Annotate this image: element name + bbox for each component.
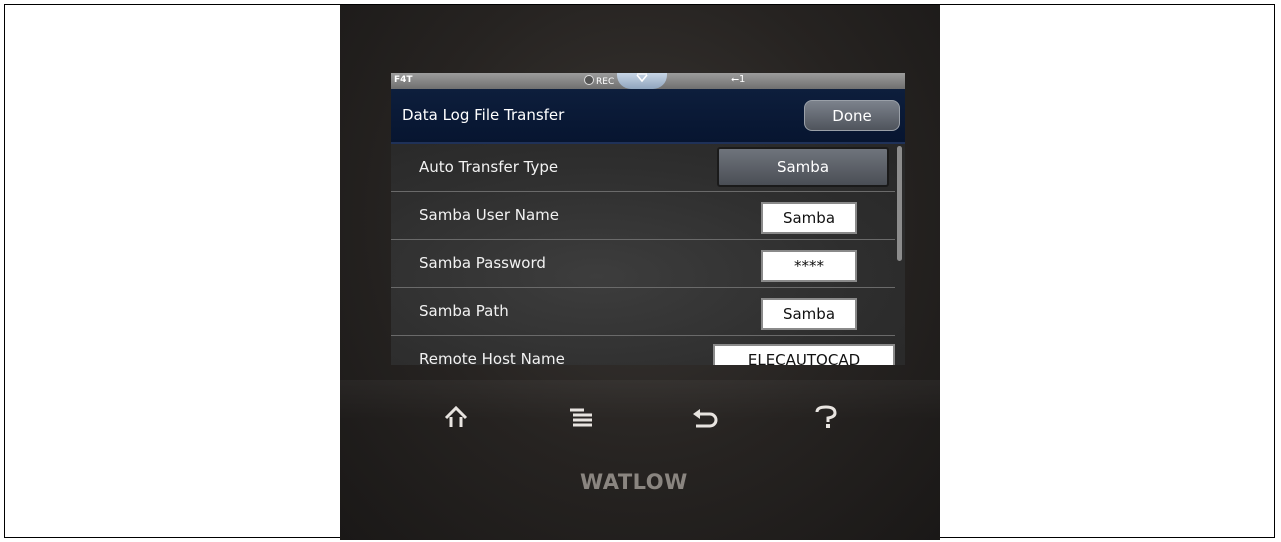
samba-user-name-field[interactable]: Samba — [761, 202, 857, 234]
rec-label: REC — [596, 77, 615, 87]
touch-screen: F4T REC ⭠1 Data Log File Transfer Done A… — [391, 73, 905, 365]
usb-indicator: ⭠1 — [731, 74, 745, 85]
setting-label: Samba Password — [419, 254, 546, 272]
brand-logo: WATLOW — [580, 470, 688, 494]
help-button[interactable] — [812, 405, 840, 429]
menu-icon — [570, 408, 592, 427]
auto-transfer-type-select[interactable]: Samba — [717, 147, 889, 187]
settings-list: Auto Transfer Type Samba Samba User Name… — [391, 144, 905, 365]
help-icon — [815, 405, 837, 428]
record-dot-icon — [584, 75, 594, 85]
setting-row-samba-password[interactable]: Samba Password **** — [391, 240, 895, 288]
home-button[interactable] — [442, 405, 470, 429]
back-button[interactable] — [690, 405, 718, 429]
samba-password-field[interactable]: **** — [761, 250, 857, 282]
usb-icon: ⭠ — [731, 74, 739, 85]
chevron-down-icon — [636, 73, 648, 83]
setting-label: Samba Path — [419, 302, 509, 320]
setting-label: Auto Transfer Type — [419, 158, 559, 176]
setting-row-auto-transfer-type[interactable]: Auto Transfer Type Samba — [391, 144, 895, 192]
setting-label: Remote Host Name — [419, 350, 565, 365]
setting-row-remote-host-name[interactable]: Remote Host Name ELECAUTOCAD — [391, 336, 895, 365]
controller-device: F4T REC ⭠1 Data Log File Transfer Done A… — [340, 5, 940, 540]
samba-path-field[interactable]: Samba — [761, 298, 857, 330]
title-bar: Data Log File Transfer Done — [391, 89, 905, 144]
back-icon — [693, 409, 718, 428]
rec-indicator: REC — [584, 75, 614, 87]
status-bar: F4T REC ⭠1 — [391, 73, 905, 89]
menu-button[interactable] — [567, 405, 595, 429]
home-icon — [444, 405, 468, 427]
model-label: F4T — [394, 75, 413, 85]
setting-row-samba-user-name[interactable]: Samba User Name Samba — [391, 192, 895, 240]
page-title: Data Log File Transfer — [402, 106, 565, 124]
done-button[interactable]: Done — [804, 100, 900, 131]
remote-host-name-field[interactable]: ELECAUTOCAD — [713, 344, 895, 365]
pull-down-tab[interactable] — [617, 73, 667, 89]
setting-row-samba-path[interactable]: Samba Path Samba — [391, 288, 895, 336]
usb-count: 1 — [739, 74, 746, 85]
scrollbar[interactable] — [897, 146, 902, 261]
setting-label: Samba User Name — [419, 206, 560, 224]
